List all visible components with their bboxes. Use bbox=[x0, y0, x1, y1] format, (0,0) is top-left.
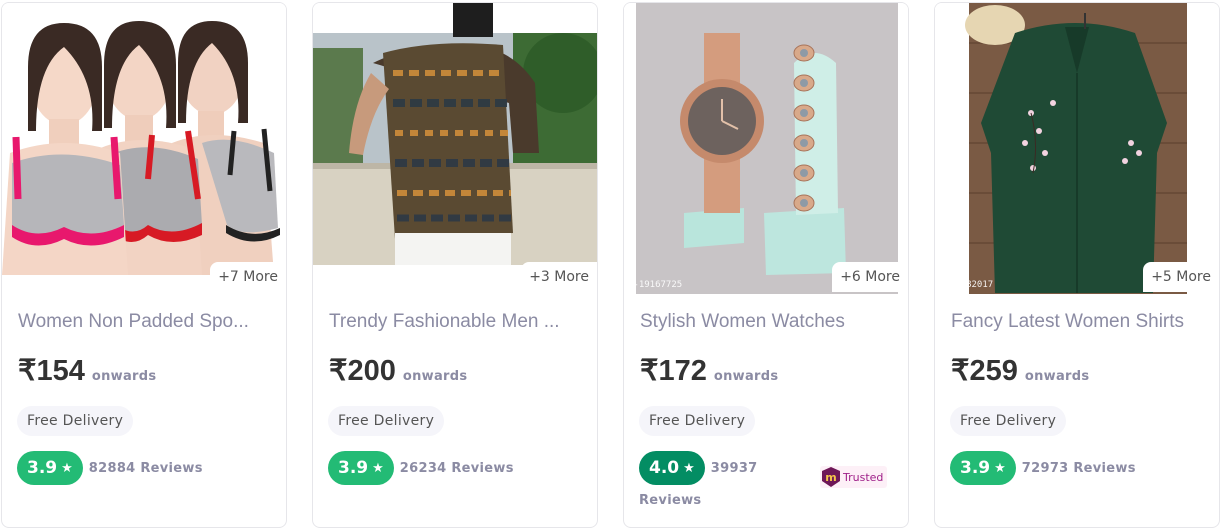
rating-badge: 3.9 ★ bbox=[950, 451, 1016, 485]
onwards-label: onwards bbox=[91, 369, 157, 384]
product-card-women-sports-bra[interactable]: s-28275190 +7 More Women Non Padded Spo.… bbox=[1, 2, 287, 528]
price: ₹200 bbox=[329, 355, 396, 387]
product-title[interactable]: Women Non Padded Spo... bbox=[18, 311, 276, 333]
onwards-label: onwards bbox=[713, 369, 779, 384]
sku-watermark: s-28275190 bbox=[6, 280, 61, 290]
more-variants-badge[interactable]: +6 More bbox=[832, 262, 908, 292]
review-count: 82884 Reviews bbox=[88, 460, 203, 476]
rating-badge: 3.9 ★ bbox=[17, 451, 83, 485]
rating-badge: 4.0 ★ bbox=[639, 451, 705, 485]
sku-watermark: s-42182017 bbox=[939, 280, 994, 290]
rating-value: 4.0 bbox=[649, 458, 680, 478]
star-icon: ★ bbox=[61, 460, 73, 476]
free-delivery-badge: Free Delivery bbox=[639, 406, 756, 436]
product-image[interactable]: s-31463268 +3 More bbox=[313, 3, 597, 294]
rating-value: 3.9 bbox=[960, 458, 991, 478]
rating-row: 3.9 ★ 26234 Reviews bbox=[328, 451, 514, 485]
price-row: ₹259 onwards bbox=[951, 353, 1089, 388]
product-title[interactable]: Stylish Women Watches bbox=[640, 311, 898, 333]
watch-photo bbox=[624, 3, 908, 294]
star-icon: ★ bbox=[683, 460, 695, 476]
trusted-label: Trusted bbox=[843, 470, 884, 484]
star-icon: ★ bbox=[994, 460, 1006, 476]
meesho-logo-icon: m bbox=[822, 467, 840, 487]
star-icon: ★ bbox=[372, 460, 384, 476]
free-delivery-badge: Free Delivery bbox=[950, 406, 1067, 436]
price: ₹154 bbox=[18, 355, 85, 387]
free-delivery-badge: Free Delivery bbox=[328, 406, 445, 436]
product-image[interactable]: s-19167725 +6 More bbox=[624, 3, 908, 294]
sku-watermark: s-19167725 bbox=[628, 280, 683, 290]
rating-value: 3.9 bbox=[27, 458, 58, 478]
men-shirt-photo bbox=[313, 3, 597, 294]
product-card-women-shirts[interactable]: s-42182017 +5 More Fancy Latest Women Sh… bbox=[934, 2, 1220, 528]
more-variants-badge[interactable]: +5 More bbox=[1143, 262, 1219, 292]
price-row: ₹154 onwards bbox=[18, 353, 156, 388]
bras-photo bbox=[2, 3, 286, 294]
more-variants-badge[interactable]: +3 More bbox=[521, 262, 597, 292]
onwards-label: onwards bbox=[1024, 369, 1090, 384]
product-card-women-watches[interactable]: s-19167725 +6 More Stylish Women Watches… bbox=[623, 2, 909, 528]
rating-row: 3.9 ★ 82884 Reviews bbox=[17, 451, 203, 485]
product-image[interactable]: s-42182017 +5 More bbox=[935, 3, 1219, 294]
price-row: ₹200 onwards bbox=[329, 353, 467, 388]
onwards-label: onwards bbox=[402, 369, 468, 384]
rating-value: 3.9 bbox=[338, 458, 369, 478]
product-card-men-shirt[interactable]: s-31463268 +3 More Trendy Fashionable Me… bbox=[312, 2, 598, 528]
review-count: 39937 bbox=[710, 460, 758, 476]
product-title[interactable]: Trendy Fashionable Men ... bbox=[329, 311, 587, 333]
review-count: 72973 Reviews bbox=[1021, 460, 1136, 476]
price: ₹172 bbox=[640, 355, 707, 387]
sku-watermark: s-31463268 bbox=[317, 280, 372, 290]
product-title[interactable]: Fancy Latest Women Shirts bbox=[951, 311, 1209, 333]
trusted-badge: m Trusted bbox=[820, 466, 888, 488]
rating-badge: 3.9 ★ bbox=[328, 451, 394, 485]
rating-row: 4.0 ★ 39937 bbox=[639, 451, 758, 485]
product-grid: s-28275190 +7 More Women Non Padded Spo.… bbox=[0, 0, 1221, 530]
rating-row: 3.9 ★ 72973 Reviews bbox=[950, 451, 1136, 485]
product-image[interactable]: s-28275190 +7 More bbox=[2, 3, 286, 294]
price: ₹259 bbox=[951, 355, 1018, 387]
review-count: 26234 Reviews bbox=[399, 460, 514, 476]
women-shirt-photo bbox=[935, 3, 1219, 294]
more-variants-badge[interactable]: +7 More bbox=[210, 262, 286, 292]
reviews-label: Reviews bbox=[639, 493, 702, 508]
price-row: ₹172 onwards bbox=[640, 353, 778, 388]
free-delivery-badge: Free Delivery bbox=[17, 406, 134, 436]
